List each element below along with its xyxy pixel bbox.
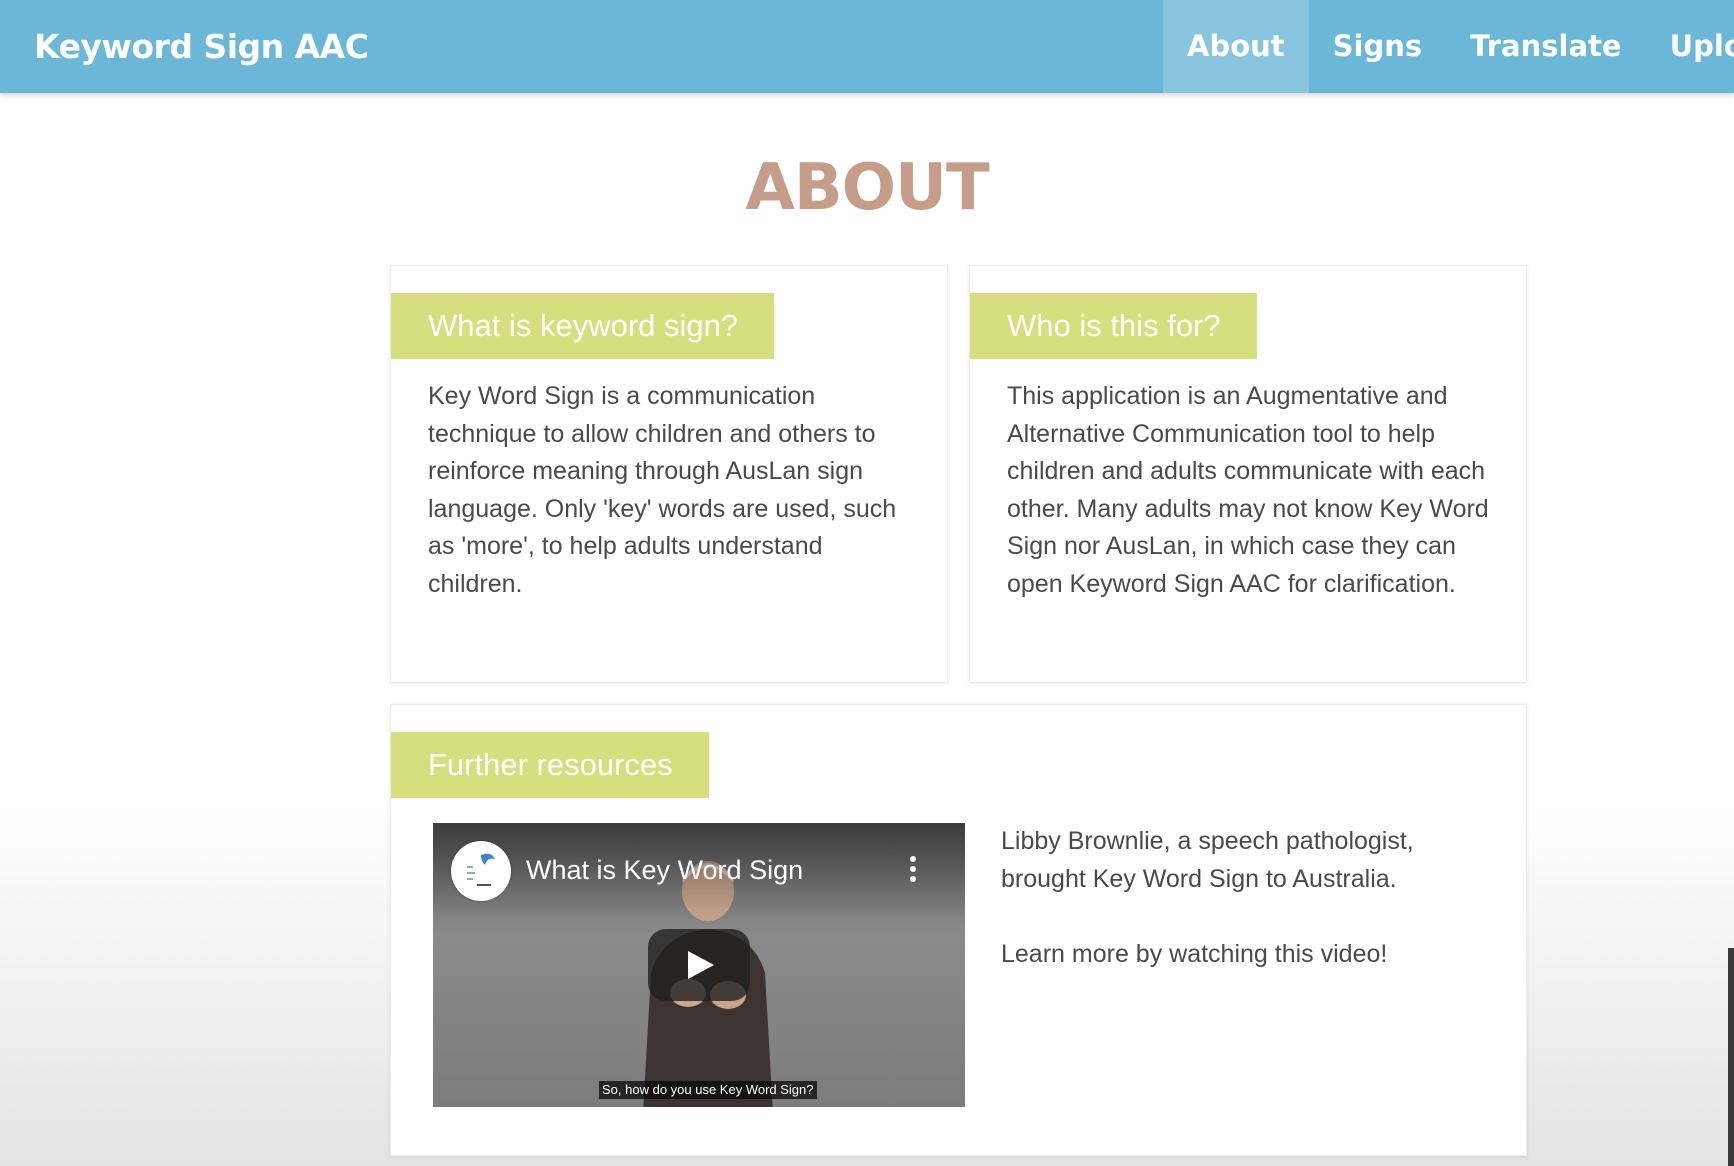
- card-heading: Who is this for?: [970, 293, 1257, 359]
- nav-link-about[interactable]: About: [1163, 0, 1309, 93]
- resource-paragraph: Libby Brownlie, a speech pathologist, br…: [1001, 827, 1414, 893]
- top-navbar: Keyword Sign AAC About Signs Translate U…: [0, 0, 1734, 93]
- brand-logo[interactable]: Keyword Sign AAC: [34, 24, 369, 70]
- nav-links: About Signs Translate Uploa: [1163, 0, 1734, 93]
- card-heading: What is keyword sign?: [391, 293, 775, 359]
- play-icon[interactable]: [648, 929, 750, 1001]
- nav-link-translate[interactable]: Translate: [1446, 0, 1645, 93]
- resource-description: Libby Brownlie, a speech pathologist, br…: [1001, 823, 1461, 1011]
- card-further-resources: Further resources What is Key Word Sign …: [390, 704, 1527, 1156]
- video-title[interactable]: What is Key Word Sign: [526, 853, 803, 887]
- card-heading: Further resources: [391, 732, 709, 798]
- scrollbar-edge[interactable]: [1728, 948, 1734, 1166]
- nav-link-upload[interactable]: Uploa: [1646, 0, 1734, 93]
- card-who-is-this-for: Who is this for? This application is an …: [969, 265, 1527, 683]
- video-caption: So, how do you use Key Word Sign?: [599, 1081, 817, 1099]
- card-body-text: Key Word Sign is a communication techniq…: [428, 382, 897, 598]
- key-word-sign-logo-icon: [467, 853, 495, 886]
- more-vertical-icon[interactable]: [903, 853, 923, 885]
- page-title: ABOUT: [745, 151, 989, 225]
- card-body-text: This application is an Augmentative and …: [1007, 382, 1489, 598]
- channel-logo[interactable]: [451, 841, 511, 901]
- nav-link-signs[interactable]: Signs: [1309, 0, 1447, 93]
- card-what-is-keyword-sign: What is keyword sign? Key Word Sign is a…: [390, 265, 948, 683]
- video-embed[interactable]: What is Key Word Sign So, how do you use…: [433, 823, 965, 1107]
- resource-paragraph: Learn more by watching this video!: [1001, 939, 1388, 968]
